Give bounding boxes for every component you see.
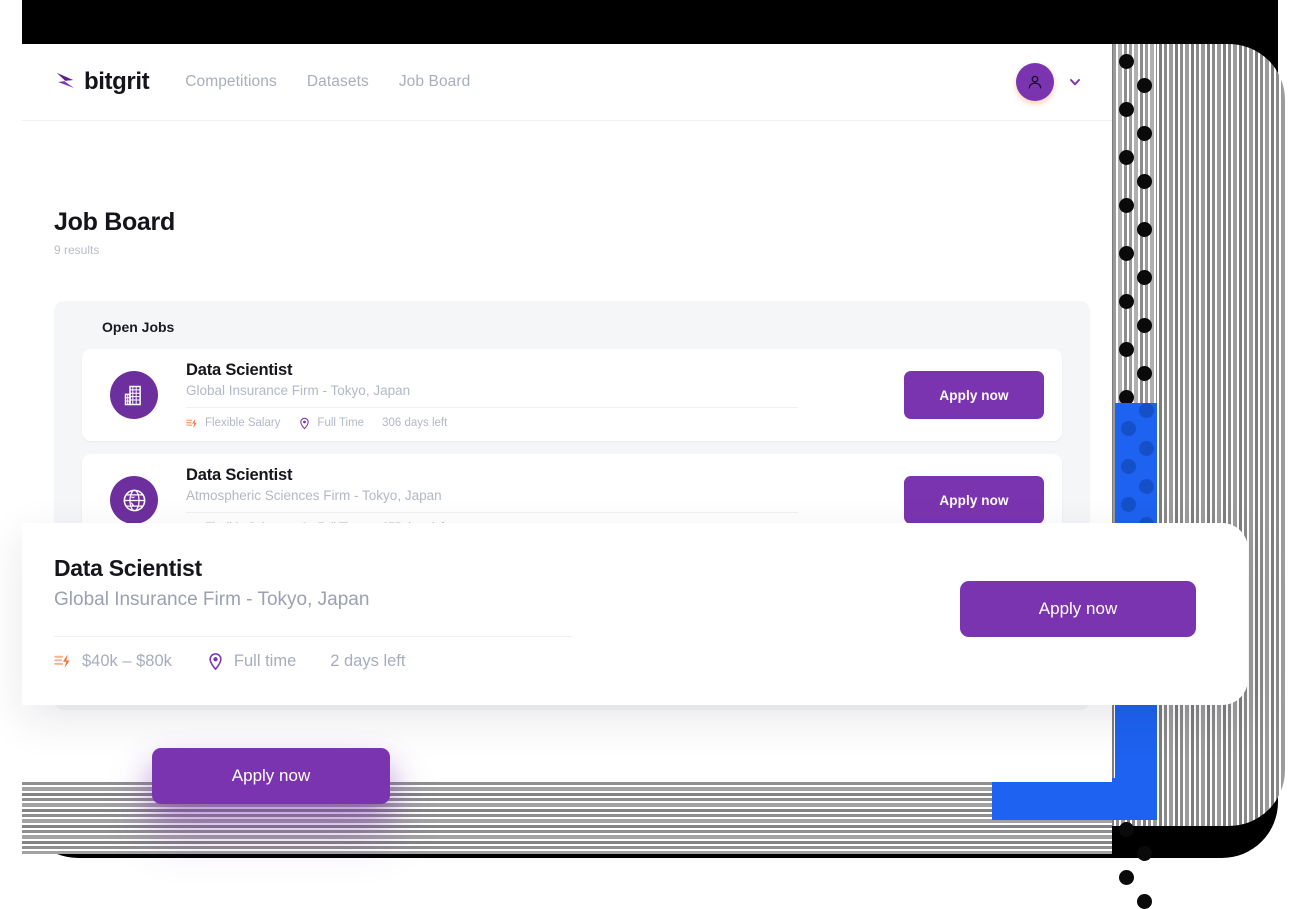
nav-item-competitions[interactable]: Competitions — [185, 73, 277, 91]
job-details: Data Scientist Global Insurance Firm - T… — [186, 361, 904, 430]
salary-flash-icon — [186, 418, 197, 428]
job-salary: Flexible Salary — [186, 417, 280, 430]
job-company: Global Insurance Firm - Tokyo, Japan — [186, 382, 411, 398]
overlay-salary-label: $40k – $80k — [82, 652, 172, 670]
user-avatar-icon — [1028, 75, 1042, 89]
apply-now-button[interactable]: Apply now — [904, 476, 1044, 524]
overlay-job-title: Data Scientist — [54, 555, 202, 581]
primary-nav: Competitions Datasets Job Board — [185, 73, 470, 91]
job-meta-row: Flexible Salary Full Time 306 days left — [186, 406, 798, 430]
chevron-down-icon[interactable] — [1068, 75, 1082, 89]
overlay-type-label: Full time — [233, 652, 297, 670]
nav-item-datasets[interactable]: Datasets — [307, 73, 369, 91]
floating-apply-now-button[interactable]: Apply now — [152, 748, 390, 804]
blue-l-horizontal-decoration — [992, 778, 1157, 820]
job-type: Full Time — [298, 417, 364, 430]
header-account-area — [1016, 63, 1082, 101]
job-title: Data Scientist — [186, 360, 293, 379]
overlay-job-company: Global Insurance Firm - Tokyo, Japan — [54, 589, 370, 610]
overlay-type: Full time — [206, 652, 296, 671]
job-title: Data Scientist — [186, 465, 293, 484]
overlay-salary: $40k – $80k — [54, 652, 172, 671]
location-pin-icon — [300, 417, 310, 429]
job-icon-badge — [110, 371, 158, 419]
job-icon-badge — [110, 476, 158, 524]
location-pin-icon — [209, 653, 222, 671]
results-count: 9 results — [54, 243, 100, 257]
blue-rect-decoration — [1115, 403, 1157, 550]
globe-icon — [123, 489, 145, 511]
overlay-meta-row: $40k – $80k Full time 2 days left — [54, 652, 405, 671]
avatar[interactable] — [1016, 63, 1054, 101]
panel-title: Open Jobs — [102, 319, 175, 335]
brand-logo[interactable]: bitgrit — [54, 68, 150, 96]
overlay-apply-now-button[interactable]: Apply now — [960, 581, 1196, 637]
job-card[interactable]: Data Scientist Global Insurance Firm - T… — [82, 349, 1062, 441]
office-building-icon — [124, 385, 141, 405]
job-type-label: Full Time — [317, 417, 365, 429]
job-deadline: 306 days left — [382, 417, 448, 429]
nav-item-job-board[interactable]: Job Board — [399, 73, 471, 91]
apply-now-button[interactable]: Apply now — [904, 371, 1044, 419]
job-salary-label: Flexible Salary — [205, 417, 281, 429]
brand-name: bitgrit — [84, 68, 150, 95]
bitgrit-arrow-logo-icon — [57, 73, 74, 88]
job-company: Atmospheric Sciences Firm - Tokyo, Japan — [186, 487, 442, 503]
salary-flash-icon — [54, 654, 70, 669]
job-detail-overlay-card: Data Scientist Global Insurance Firm - T… — [22, 523, 1248, 705]
overlay-divider — [54, 636, 572, 637]
site-header: bitgrit Competitions Datasets Job Board — [22, 44, 1112, 121]
overlay-deadline: 2 days left — [330, 652, 406, 670]
page-title: Job Board — [54, 208, 175, 236]
